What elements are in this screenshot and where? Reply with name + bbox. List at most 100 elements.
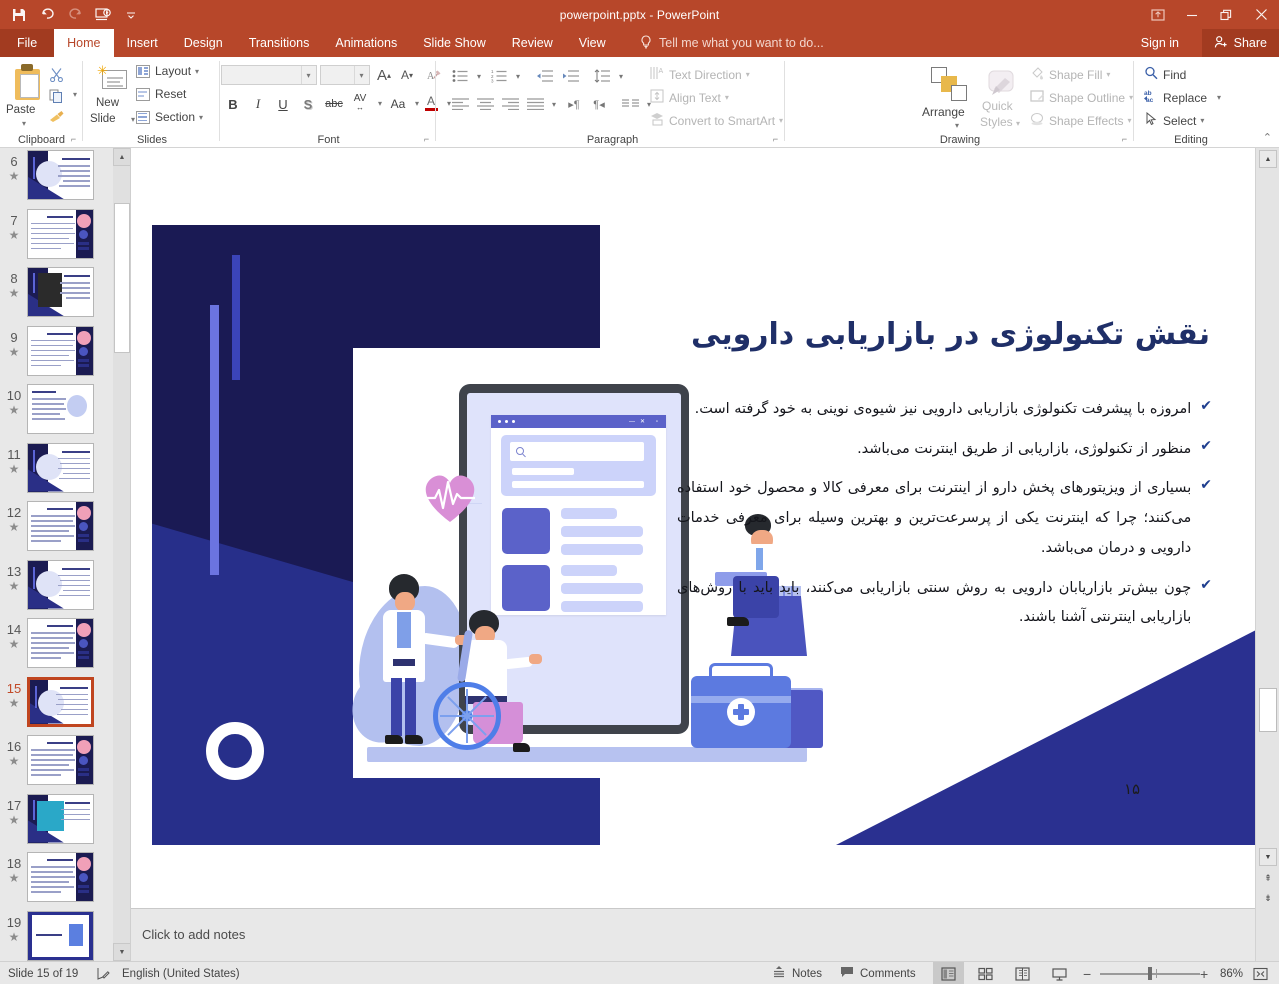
normal-view-button[interactable]: [933, 962, 964, 984]
character-spacing-chevron-down-icon[interactable]: ▾: [378, 99, 382, 108]
thumbnail-preview[interactable]: [27, 150, 94, 200]
thumbnail-slide-13[interactable]: 13★: [0, 558, 113, 617]
thumbnail-preview[interactable]: [27, 735, 94, 785]
reading-view-button[interactable]: [1007, 962, 1038, 984]
change-case-chevron-down-icon[interactable]: ▾: [415, 99, 419, 108]
thumbnail-slide-8[interactable]: 8★: [0, 265, 113, 324]
cut-icon[interactable]: [47, 65, 66, 83]
rtl-direction-icon[interactable]: ¶◂: [587, 94, 611, 114]
font-size-input[interactable]: ▾: [320, 65, 370, 85]
bullets-icon[interactable]: [448, 66, 472, 86]
tab-home[interactable]: Home: [54, 29, 113, 57]
zoom-slider-handle[interactable]: [1148, 967, 1152, 980]
font-name-input[interactable]: ▾: [221, 65, 317, 85]
decrease-indent-icon[interactable]: [532, 66, 556, 86]
thumbnail-slide-11[interactable]: 11★: [0, 441, 113, 500]
thumbnail-slide-14[interactable]: 14★: [0, 616, 113, 675]
align-center-icon[interactable]: [473, 94, 497, 114]
change-case-button[interactable]: Aa: [385, 93, 411, 115]
thumbnail-preview[interactable]: [27, 911, 94, 961]
text-shadow-button[interactable]: S: [296, 93, 320, 115]
thumbnail-scroll-up-icon[interactable]: ▲: [113, 148, 131, 166]
find-button[interactable]: Find: [1144, 66, 1186, 83]
layout-button[interactable]: Layout ▾: [136, 64, 199, 78]
spell-check-icon[interactable]: [96, 962, 111, 984]
align-chevron-down-icon[interactable]: ▾: [552, 100, 556, 109]
thumbnail-slide-7[interactable]: 7★: [0, 207, 113, 266]
align-text-button[interactable]: Align Text ▾: [650, 89, 729, 106]
notes-toggle-button[interactable]: Notes: [772, 962, 822, 984]
section-button[interactable]: Section ▾: [136, 110, 203, 124]
tab-view[interactable]: View: [566, 29, 619, 57]
copy-icon[interactable]: [47, 87, 66, 105]
layout-chevron-down-icon[interactable]: ▾: [195, 67, 199, 76]
align-left-icon[interactable]: [448, 94, 472, 114]
font-name-chevron-down-icon[interactable]: ▾: [301, 66, 315, 84]
font-size-chevron-down-icon[interactable]: ▾: [354, 66, 368, 84]
thumbnail-slide-16[interactable]: 16★: [0, 733, 113, 792]
numbering-icon[interactable]: 123: [487, 66, 511, 86]
thumbnail-slide-12[interactable]: 12★: [0, 499, 113, 558]
notes-pane[interactable]: Click to add notes: [131, 908, 1255, 961]
thumbnail-preview[interactable]: [27, 618, 94, 668]
increase-font-size-icon[interactable]: A▴: [373, 65, 395, 85]
tab-slide-show[interactable]: Slide Show: [410, 29, 499, 57]
tab-review[interactable]: Review: [499, 29, 566, 57]
reset-button[interactable]: Reset: [136, 87, 186, 101]
new-slide-chevron-down-icon[interactable]: ▾: [131, 115, 135, 124]
section-chevron-down-icon[interactable]: ▾: [199, 113, 203, 122]
slide-title[interactable]: نقش تکنولوژی در بازاریابی دارویی: [690, 315, 1210, 356]
slide-counter[interactable]: Slide 15 of 19: [8, 962, 78, 984]
thumbnail-preview[interactable]: [27, 852, 94, 902]
smartart-chevron-down-icon[interactable]: ▾: [779, 116, 783, 125]
line-spacing-icon[interactable]: [590, 66, 614, 86]
minimize-icon[interactable]: [1175, 0, 1209, 29]
arrange-chevron-down-icon[interactable]: ▾: [955, 121, 959, 130]
text-direction-chevron-down-icon[interactable]: ▾: [746, 70, 750, 79]
thumbnail-slide-15[interactable]: 15★: [0, 675, 113, 734]
bullets-chevron-down-icon[interactable]: ▾: [477, 72, 481, 81]
arrange-icon[interactable]: [931, 67, 971, 103]
clipboard-dialog-launcher-icon[interactable]: ⌐: [68, 134, 79, 145]
thumbnail-slide-19[interactable]: 19★: [0, 909, 113, 962]
fit-slide-to-window-button[interactable]: [1253, 962, 1268, 984]
quick-styles-chevron-down-icon[interactable]: ▾: [1016, 119, 1020, 128]
paste-chevron-down-icon[interactable]: ▾: [22, 119, 26, 128]
ribbon-display-options-icon[interactable]: [1141, 0, 1175, 29]
zoom-out-button[interactable]: −: [1083, 962, 1091, 984]
italic-button[interactable]: I: [246, 93, 270, 115]
thumbnail-preview[interactable]: [27, 267, 94, 317]
thumbnail-slide-17[interactable]: 17★: [0, 792, 113, 851]
thumbnail-preview[interactable]: [27, 794, 94, 844]
tab-transitions[interactable]: Transitions: [236, 29, 323, 57]
thumbnail-preview[interactable]: [27, 560, 94, 610]
collapse-ribbon-icon[interactable]: ⌃: [1263, 131, 1272, 144]
align-text-chevron-down-icon[interactable]: ▾: [725, 93, 729, 102]
drawing-dialog-launcher-icon[interactable]: ⌐: [1119, 134, 1130, 145]
share-button[interactable]: Share: [1202, 29, 1279, 57]
slide-vertical-scrollbar[interactable]: ▲ ▼ ⇞ ⇟: [1255, 148, 1279, 961]
text-direction-button[interactable]: A Text Direction ▾: [650, 66, 750, 83]
line-spacing-chevron-down-icon[interactable]: ▾: [619, 72, 623, 81]
tab-animations[interactable]: Animations: [322, 29, 410, 57]
convert-to-smartart-button[interactable]: Convert to SmartArt ▾: [650, 112, 783, 129]
slide-body-text[interactable]: ✔امروزه با پیشرفت تکنولوژی بازاریابی دار…: [677, 395, 1212, 643]
close-icon[interactable]: [1243, 0, 1279, 29]
select-chevron-down-icon[interactable]: ▾: [1200, 116, 1204, 125]
tab-design[interactable]: Design: [171, 29, 236, 57]
bold-button[interactable]: B: [221, 93, 245, 115]
shape-fill-chevron-down-icon[interactable]: ▾: [1106, 70, 1110, 79]
font-color-button[interactable]: A: [421, 91, 441, 115]
character-spacing-button[interactable]: AV↔: [347, 91, 373, 115]
ltr-direction-icon[interactable]: ▸¶: [562, 94, 586, 114]
sign-in-button[interactable]: Sign in: [1133, 29, 1187, 57]
shape-outline-button[interactable]: Shape Outline ▾: [1030, 89, 1133, 106]
paragraph-dialog-launcher-icon[interactable]: ⌐: [770, 134, 781, 145]
thumbnail-preview[interactable]: [27, 384, 94, 434]
thumbnail-preview[interactable]: [27, 501, 94, 551]
underline-button[interactable]: U: [271, 93, 295, 115]
next-slide-icon[interactable]: ⇟: [1259, 890, 1277, 906]
slide-show-view-button[interactable]: [1044, 962, 1075, 984]
scroll-down-icon[interactable]: ▼: [1259, 848, 1277, 866]
previous-slide-icon[interactable]: ⇞: [1259, 870, 1277, 886]
